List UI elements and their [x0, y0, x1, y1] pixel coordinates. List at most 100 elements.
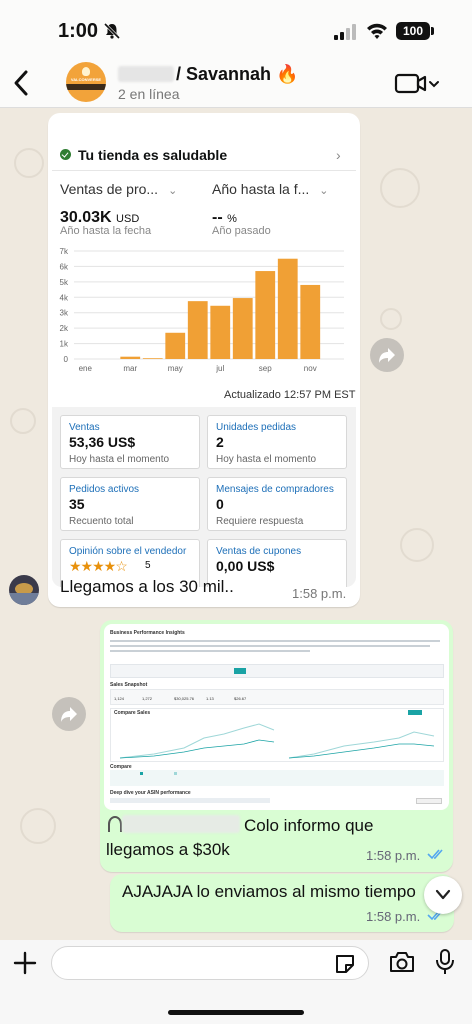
forward-button[interactable] [370, 338, 404, 372]
message-caption-line1: Colo informo que [244, 816, 374, 835]
home-indicator [168, 1010, 304, 1015]
y-tick-label: 3k [60, 309, 69, 318]
sales-bar-chart: 0 1k 2k 3k 4k 5k 6k 7k ene mar may jul sep nov [60, 247, 344, 373]
status-time: 1:00 [58, 20, 99, 42]
metric-tiles: Ventas 53,36 US$ Hoy hasta el momento Un… [52, 407, 356, 587]
outgoing-image-message[interactable]: Business Performance Insights Sales Snap… [100, 620, 453, 872]
snapshot-value: $30,025.76 [174, 696, 195, 701]
metric-selector-right: Año hasta la f... ⌄ [212, 181, 329, 197]
metric-selector-left-label: Ventas de pro... [60, 181, 159, 197]
y-tick-label: 7k [60, 247, 69, 256]
tile-value: 53,36 US$ [69, 434, 136, 450]
camera-icon[interactable] [388, 950, 416, 974]
mini-line-charts [119, 723, 435, 759]
microphone-icon[interactable] [434, 948, 456, 976]
star-rating-icon: ★★★★☆ [69, 558, 128, 574]
tile-title: Opinión sobre el vendedor [69, 546, 187, 557]
sales-ytd-sub: Año hasta la fecha [60, 225, 152, 237]
sender-avatar[interactable] [9, 575, 39, 605]
avatar-shape [9, 593, 39, 605]
sales-ytd-number: 30.03K [60, 209, 112, 226]
apply-button [234, 668, 246, 674]
read-receipt-icon [427, 849, 443, 860]
bar-ago [232, 298, 253, 359]
x-tick-label: ene [79, 364, 93, 373]
tile-value: 35 [69, 496, 85, 512]
x-tick-label: sep [259, 364, 272, 373]
tile-active-orders[interactable]: Pedidos activos 35 Recuento total [60, 477, 200, 531]
forward-button[interactable] [52, 697, 86, 731]
compare-sales-label: Compare Sales [114, 710, 151, 716]
sales-snapshot-label: Sales Snapshot [110, 682, 148, 688]
forward-arrow-icon [379, 348, 395, 363]
filter-chips [110, 798, 270, 803]
back-chevron-icon[interactable] [10, 69, 32, 97]
tile-title: Ventas de cupones [216, 546, 302, 557]
compare-row [110, 770, 444, 786]
redacted-name [118, 66, 174, 82]
insights-title: Business Performance Insights [110, 630, 185, 636]
tile-title: Pedidos activos [69, 484, 140, 495]
chevron-down-icon: ⌄ [161, 185, 178, 197]
metric-selector-right-label: Año hasta la f... [212, 181, 310, 197]
video-call-icon[interactable] [394, 72, 440, 96]
snapshot-value: $26.67 [234, 696, 247, 701]
status-bar: 1:00 100 [0, 0, 472, 60]
mention-icon [108, 816, 122, 832]
tile-sub: Requiere respuesta [216, 516, 304, 527]
yoy-unit: % [227, 213, 237, 225]
chat-subtitle: 2 en línea [118, 86, 180, 102]
tile-sub: Hoy hasta el momento [216, 454, 317, 465]
message-input[interactable] [51, 946, 369, 980]
chat-title[interactable]: / Savannah 🔥 [176, 64, 298, 85]
wallpaper-doodle [380, 168, 420, 208]
tile-title: Unidades pedidas [216, 422, 297, 433]
text-line [110, 645, 430, 647]
chevron-down-icon [435, 889, 451, 900]
updated-timestamp: Actualizado 12:57 PM EST [224, 389, 356, 401]
wallpaper-doodle [10, 408, 36, 434]
bar-oct [277, 258, 298, 359]
scroll-to-bottom-button[interactable] [424, 876, 462, 914]
business-insights-screenshot[interactable]: Business Performance Insights Sales Snap… [104, 624, 449, 810]
message-time: 1:58 p.m. [366, 848, 421, 863]
y-tick-label: 6k [60, 262, 69, 271]
incoming-image-message[interactable]: Tu tienda es saludable › Ventas de pro..… [48, 113, 360, 607]
wallpaper-doodle [20, 808, 56, 844]
tile-value: 0 [216, 496, 224, 512]
contact-avatar[interactable]: VALCONVERSE [66, 62, 106, 102]
outgoing-text-message[interactable]: AJAJAJA lo enviamos al mismo tiempo 1:58… [110, 874, 454, 932]
y-tick-label: 1k [60, 340, 69, 349]
battery-tip [431, 27, 434, 35]
bar-mar [120, 356, 141, 359]
signal-icon [334, 24, 356, 40]
seller-dashboard-screenshot[interactable]: Tu tienda es saludable › Ventas de pro..… [52, 117, 356, 587]
chevron-down-icon: ⌄ [313, 185, 329, 197]
sticker-icon[interactable] [334, 953, 356, 975]
yoy-sub: Año pasado [212, 225, 271, 237]
tile-units-ordered[interactable]: Unidades pedidas 2 Hoy hasta el momento [207, 415, 347, 469]
plus-icon[interactable] [12, 950, 38, 976]
y-tick-label: 4k [60, 293, 69, 302]
message-caption: Llegamos a los 30 mil.. [60, 577, 234, 596]
bar-abr [142, 358, 163, 359]
message-time: 1:58 p.m. [366, 909, 421, 924]
store-health-label: Tu tienda es saludable [78, 147, 228, 163]
text-line [110, 650, 310, 652]
tile-sales[interactable]: Ventas 53,36 US$ Hoy hasta el momento [60, 415, 200, 469]
x-tick-label: nov [304, 364, 317, 373]
forward-arrow-icon [61, 707, 77, 722]
message-time: 1:58 p.m. [292, 586, 347, 601]
y-tick-label: 2k [60, 324, 69, 333]
chevron-right-icon: › [336, 147, 341, 163]
check-circle-icon [60, 149, 71, 160]
redacted-text [122, 815, 240, 833]
y-tick-label: 0 [64, 355, 69, 364]
tile-buyer-messages[interactable]: Mensajes de compradores 0 Requiere respu… [207, 477, 347, 531]
filter-bar [110, 664, 444, 678]
text-line [110, 640, 440, 642]
wifi-icon [367, 23, 387, 39]
metric-selector-left: Ventas de pro... ⌄ [60, 181, 177, 197]
bell-muted-icon [103, 22, 121, 40]
snapshot-value: 1,272 [142, 696, 153, 701]
